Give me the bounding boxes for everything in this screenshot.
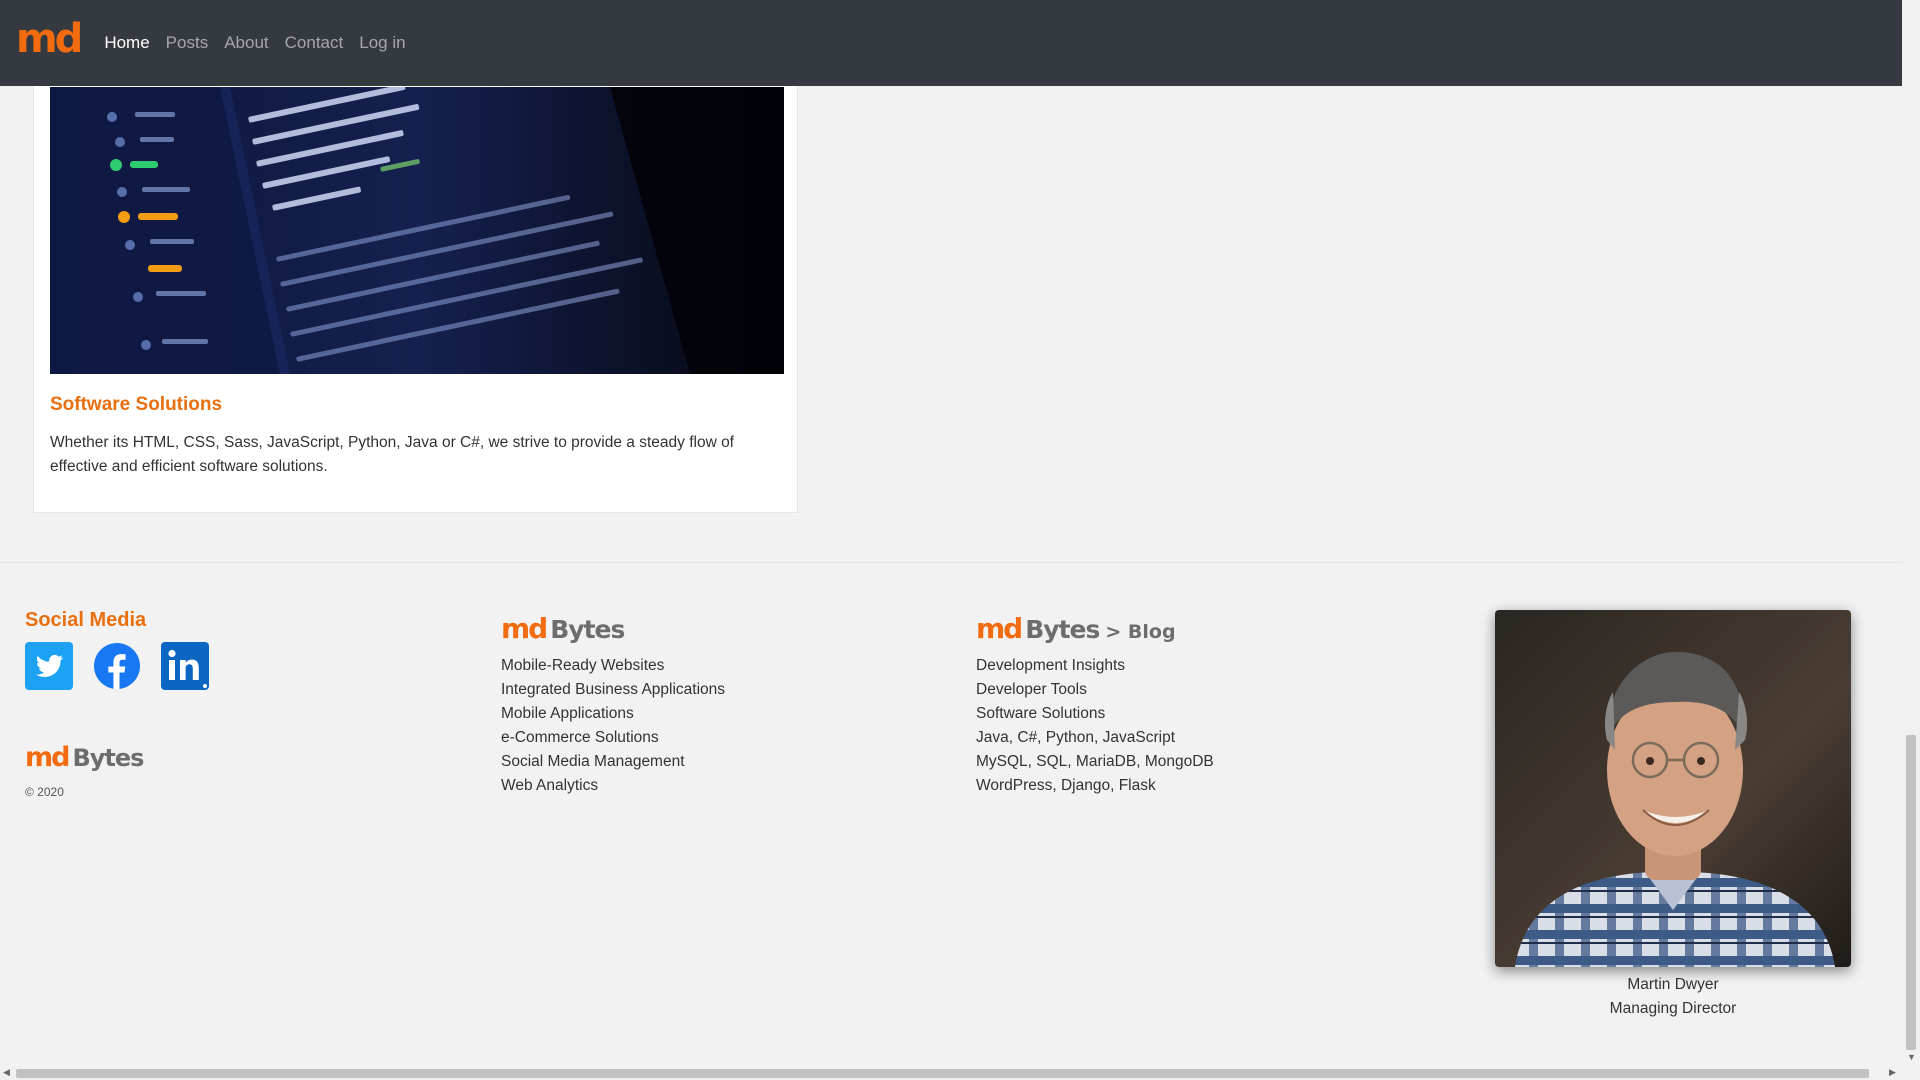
vertical-scroll-thumb[interactable]	[1906, 735, 1916, 1050]
mdbytes-logo-services: md Bytes	[501, 612, 625, 645]
card-text: Whether its HTML, CSS, Sass, JavaScript,…	[50, 434, 734, 475]
services-list: Mobile-Ready Websites Integrated Busines…	[501, 654, 725, 798]
brand-logo[interactable]: md	[16, 19, 83, 59]
nav-link-home[interactable]: Home	[104, 33, 149, 53]
vertical-scrollbar[interactable]: ▼	[1902, 0, 1920, 1066]
social-icons	[25, 642, 209, 690]
card-title: Software Solutions	[50, 394, 223, 415]
section-divider	[0, 562, 1902, 563]
scroll-right-arrow-icon[interactable]: ▶	[1889, 1067, 1896, 1078]
horizontal-scroll-thumb[interactable]	[16, 1069, 1869, 1078]
mdbytes-blog-logo: md Bytes > Blog	[976, 612, 1176, 645]
copyright: © 2020	[25, 785, 64, 799]
nav-link-posts[interactable]: Posts	[166, 33, 209, 53]
mdbytes-logo-footer: md Bytes	[25, 742, 144, 773]
services-link[interactable]: e-Commerce Solutions	[501, 726, 725, 750]
navbar: md Home Posts About Contact Log in	[0, 0, 1902, 86]
services-link[interactable]: Integrated Business Applications	[501, 678, 725, 702]
scroll-down-arrow-icon[interactable]: ▼	[1907, 1052, 1916, 1062]
services-link[interactable]: Web Analytics	[501, 774, 725, 798]
blog-link[interactable]: Developer Tools	[976, 678, 1214, 702]
facebook-icon[interactable]	[93, 642, 141, 690]
horizontal-scrollbar[interactable]: ◀ ▶	[0, 1066, 1902, 1080]
services-link[interactable]: Mobile Applications	[501, 702, 725, 726]
software-solutions-card: Software Solutions Whether its HTML, CSS…	[33, 60, 798, 513]
scroll-left-arrow-icon[interactable]: ◀	[3, 1067, 10, 1078]
blog-link[interactable]: Software Solutions	[976, 702, 1214, 726]
services-link[interactable]: Social Media Management	[501, 750, 725, 774]
person-photo	[1495, 610, 1851, 967]
twitter-icon[interactable]	[25, 642, 73, 690]
blog-link[interactable]: MySQL, SQL, MariaDB, MongoDB	[976, 750, 1214, 774]
blog-link[interactable]: Development Insights	[976, 654, 1214, 678]
services-link[interactable]: Mobile-Ready Websites	[501, 654, 725, 678]
nav-link-login[interactable]: Log in	[359, 33, 405, 53]
social-media-title: Social Media	[25, 609, 147, 631]
nav-link-contact[interactable]: Contact	[285, 33, 344, 53]
blog-link[interactable]: Java, C#, Python, JavaScript	[976, 726, 1214, 750]
person-name: Martin Dwyer	[1627, 976, 1719, 993]
blog-link[interactable]: WordPress, Django, Flask	[976, 774, 1214, 798]
linkedin-icon[interactable]	[161, 642, 209, 690]
person-role: Managing Director	[1609, 1000, 1737, 1017]
blog-list: Development Insights Developer Tools Sof…	[976, 654, 1214, 798]
nav-link-about[interactable]: About	[224, 33, 268, 53]
code-screenshot-image	[50, 87, 784, 374]
